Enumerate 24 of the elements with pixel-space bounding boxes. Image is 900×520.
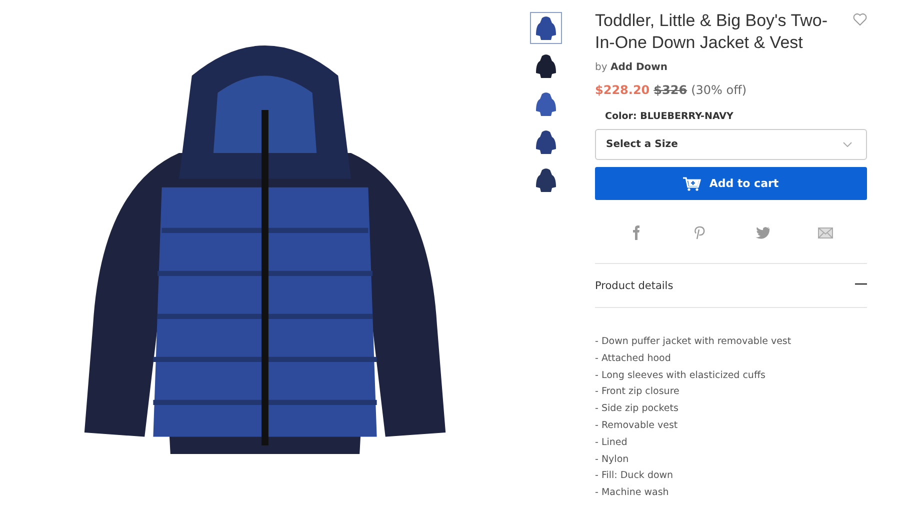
sale-price: $228.20	[595, 83, 650, 97]
detail-item: - Fill: Duck down	[595, 469, 674, 484]
detail-item: - Nylon	[595, 452, 630, 467]
detail-item: - Lined	[595, 436, 628, 450]
detail-item: - Down puffer jacket with removable vest	[595, 335, 792, 349]
color-label: Color: BLUEBERRY-NAVY	[605, 111, 734, 122]
cart-icon	[683, 176, 702, 190]
original-price: $326	[654, 83, 688, 97]
product-details-toggle[interactable]: Product details	[595, 280, 674, 292]
brand-byline: by Add Down	[595, 62, 669, 73]
detail-item: - Long sleeves with elasticized cuffs	[595, 368, 766, 383]
chevron-icon	[843, 142, 852, 147]
discount-label: (30% off)	[691, 83, 747, 97]
detail-item: - Attached hood	[595, 352, 672, 366]
detail-item: - Removable vest	[595, 418, 679, 433]
heart-icon[interactable]	[853, 13, 867, 26]
detail-item: - Machine wash	[595, 486, 670, 500]
bird-icon[interactable]	[754, 224, 771, 241]
add-to-cart-button[interactable]: Add to cart	[595, 167, 867, 200]
detail-item: - Side zip pockets	[595, 402, 680, 416]
thumbnail[interactable]	[530, 12, 562, 44]
detail-item: - Front zip closure	[595, 385, 680, 400]
size-select[interactable]: Select a Size	[595, 129, 867, 160]
product-title: Toddler, Little & Big Boy's Two-In-One Down Jacket & Vest	[595, 10, 829, 54]
